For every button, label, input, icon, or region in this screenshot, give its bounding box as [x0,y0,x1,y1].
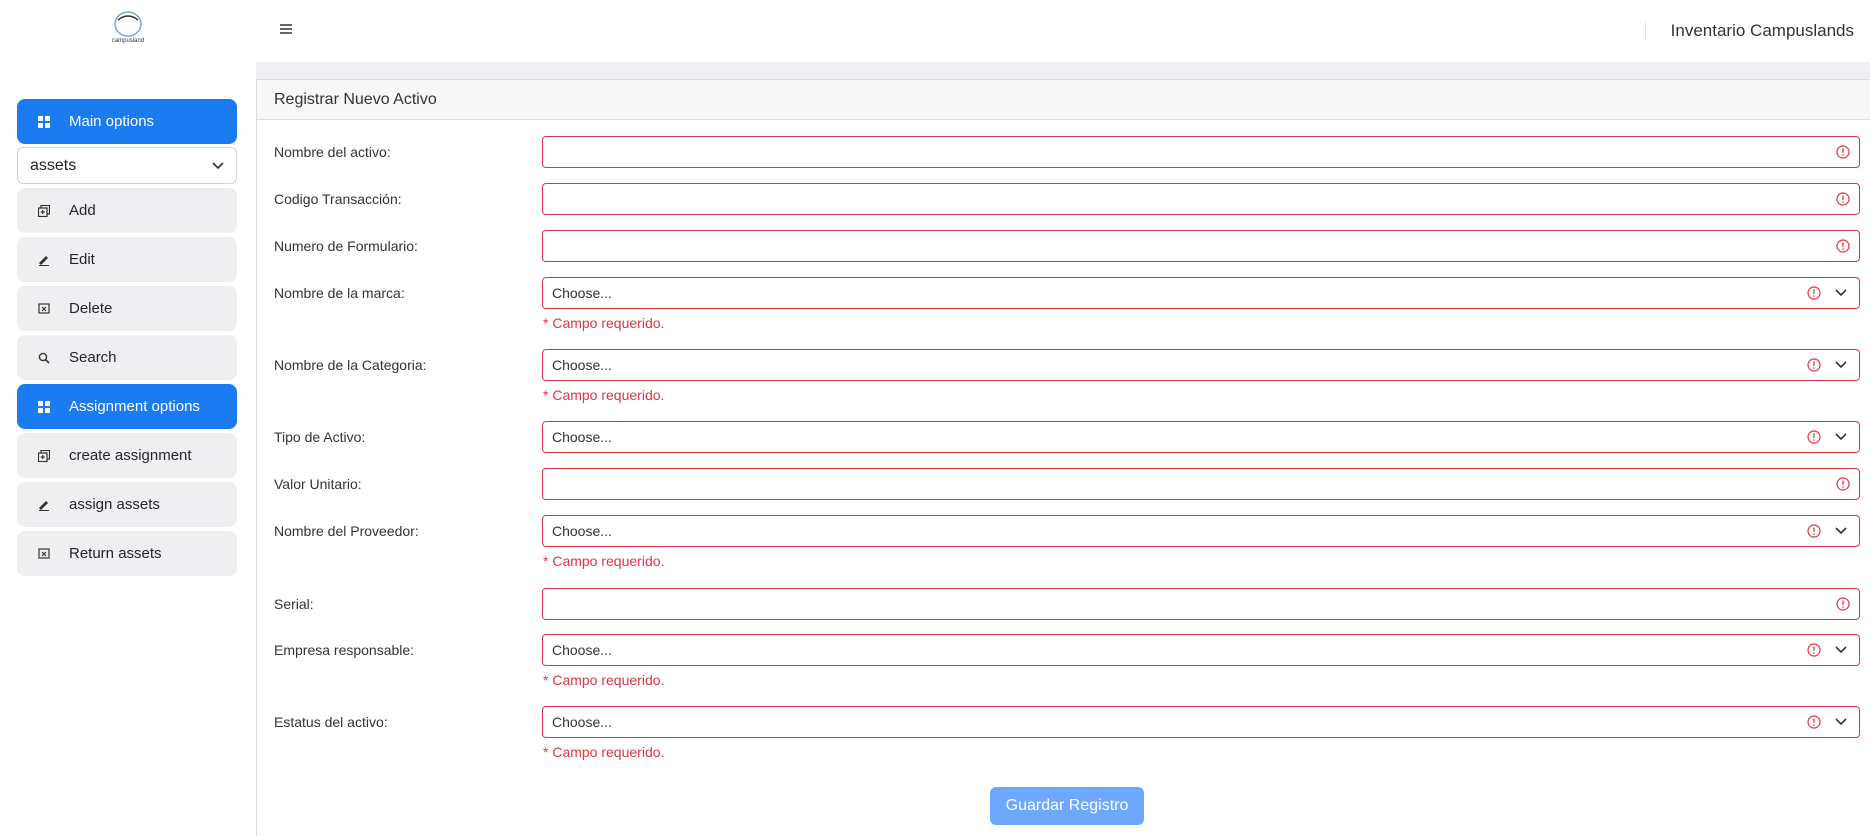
label-codigo-transaccion: Codigo Transacción: [274,191,402,207]
sidebar-item-label: create assignment [69,447,192,464]
required-message: * Campo requerido. [543,672,665,688]
grid-icon [34,112,54,132]
sidebar-item-create-assignment[interactable]: create assignment [17,433,237,478]
label-nombre-proveedor: Nombre del Proveedor: [274,523,419,539]
chevron-down-icon [1835,718,1847,726]
select-placeholder: Choose... [552,285,612,301]
select-placeholder: Choose... [552,429,612,445]
sidebar-item-edit[interactable]: Edit [17,237,237,282]
sidebar-item-label: Search [69,349,117,366]
label-numero-formulario: Numero de Formulario: [274,238,418,254]
sidebar-item-return-assets[interactable]: Return assets [17,531,237,576]
serial-input[interactable] [542,588,1860,620]
sidebar-item-add[interactable]: Add [17,188,237,233]
chevron-down-icon [1835,646,1847,654]
select-placeholder: Choose... [552,714,612,730]
main-options-button[interactable]: Main options [17,99,237,144]
pencil-icon [34,250,54,270]
sidebar-item-label: Edit [69,251,95,268]
error-icon [1836,145,1850,159]
error-icon [1836,597,1850,611]
proveedor-select[interactable]: Choose... [542,515,1860,547]
required-message: * Campo requerido. [543,744,665,760]
chevron-down-icon [1835,361,1847,369]
sidebar-item-label: Return assets [69,545,162,562]
sidebar-item-label: Delete [69,300,113,317]
error-icon [1836,192,1850,206]
sidebar-item-label: assign assets [69,496,160,513]
pencil-icon [34,495,54,515]
label-empresa-responsable: Empresa responsable: [274,642,415,658]
main-options-label: Main options [69,113,155,130]
trash-box-icon [34,299,54,319]
error-icon [1836,477,1850,491]
categoria-select[interactable]: Choose... [542,349,1860,381]
error-icon [1836,239,1850,253]
select-placeholder: Choose... [552,357,612,373]
campuslands-logo: campusland [106,10,150,50]
add-copy-icon [34,446,54,466]
add-copy-icon [34,201,54,221]
select-placeholder: Choose... [552,523,612,539]
sidebar-item-assign-assets[interactable]: assign assets [17,482,237,527]
label-nombre-activo: Nombre del activo: [274,144,391,160]
chevron-down-icon [1835,433,1847,441]
trash-box-icon [34,544,54,564]
marca-select[interactable]: Choose... [542,277,1860,309]
codigo-transaccion-input[interactable] [542,183,1860,215]
header-divider [1645,22,1646,40]
chevron-down-icon [212,157,224,175]
chevron-down-icon [1835,289,1847,297]
label-valor-unitario: Valor Unitario: [274,476,362,492]
label-nombre-marca: Nombre de la marca: [274,285,405,301]
error-icon [1807,358,1821,372]
error-icon [1807,430,1821,444]
assignment-options-label: Assignment options [69,398,200,415]
empresa-select[interactable]: Choose... [542,634,1860,666]
sidebar: campusland Main options assets Add Edit [0,0,256,836]
sidebar-menu: Main options assets Add Edit Delete Sear… [17,99,237,580]
label-estatus-activo: Estatus del activo: [274,714,388,730]
required-message: * Campo requerido. [543,553,665,569]
error-icon [1807,524,1821,538]
form-title: Registrar Nuevo Activo [257,80,1870,120]
sidebar-item-delete[interactable]: Delete [17,286,237,331]
error-icon [1807,715,1821,729]
error-icon [1807,643,1821,657]
module-select-value: assets [30,156,77,174]
error-icon [1807,286,1821,300]
assignment-options-button[interactable]: Assignment options [17,384,237,429]
search-icon [34,348,54,368]
label-serial: Serial: [274,596,314,612]
nombre-activo-input[interactable] [542,136,1860,168]
required-message: * Campo requerido. [543,315,665,331]
app-title: Inventario Campuslands [1670,21,1854,40]
estatus-select[interactable]: Choose... [542,706,1860,738]
sidebar-item-label: Add [69,202,96,219]
chevron-down-icon [1835,527,1847,535]
required-message: * Campo requerido. [543,387,665,403]
hamburger-menu-icon[interactable] [278,22,294,36]
module-select[interactable]: assets [17,147,237,184]
select-placeholder: Choose... [552,642,612,658]
label-nombre-categoria: Nombre de la Categoria: [274,357,427,373]
numero-formulario-input[interactable] [542,230,1860,262]
grid-icon [34,397,54,417]
sidebar-item-search[interactable]: Search [17,335,237,380]
valor-unitario-input[interactable] [542,468,1860,500]
save-record-button[interactable]: Guardar Registro [990,787,1144,825]
label-tipo-activo: Tipo de Activo: [274,429,366,445]
tipo-activo-select[interactable]: Choose... [542,421,1860,453]
